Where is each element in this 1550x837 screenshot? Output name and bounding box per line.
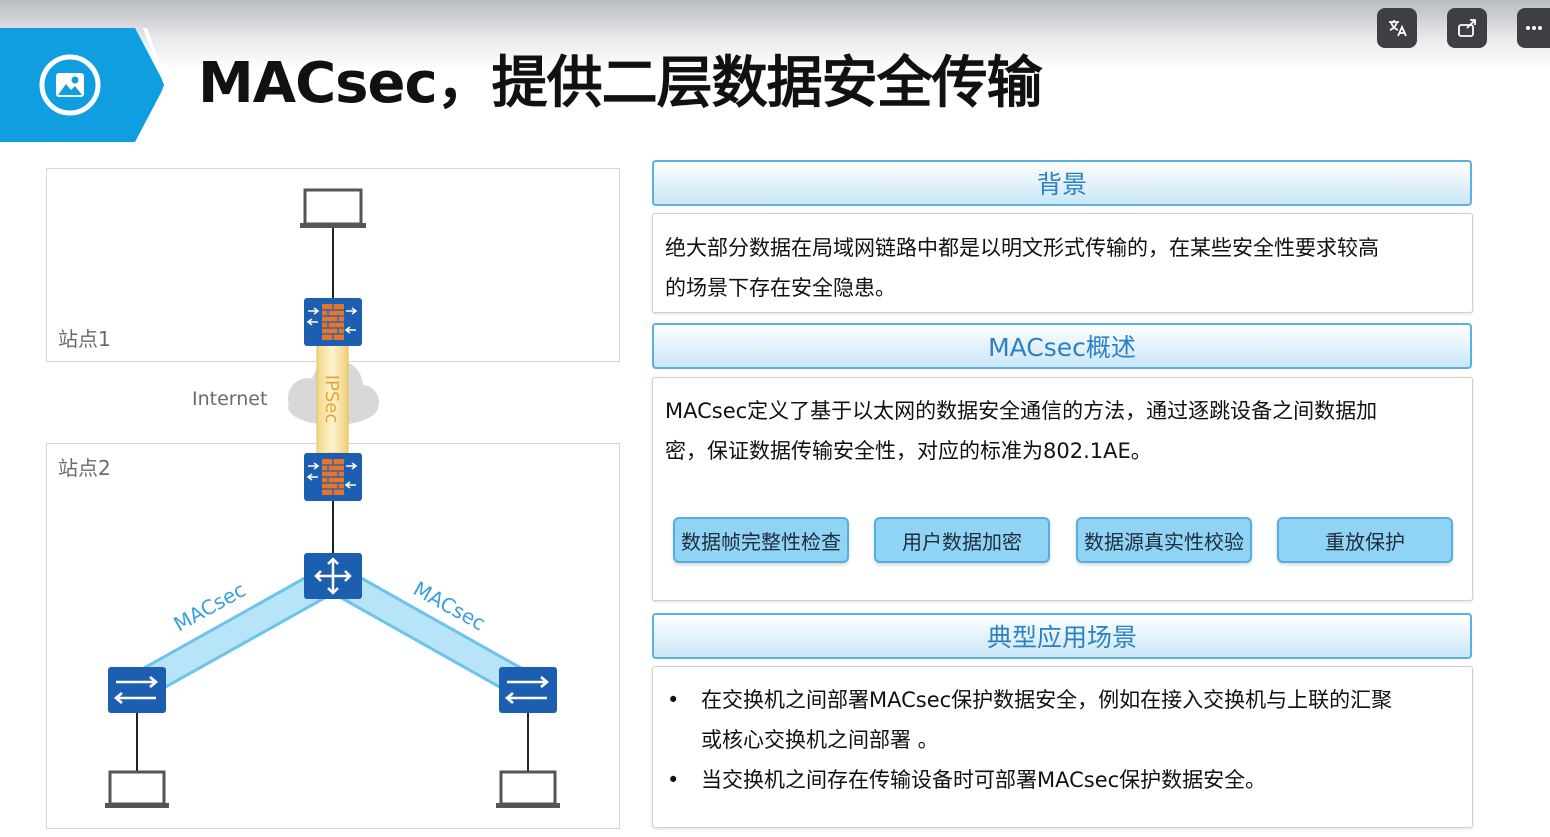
laptop-icon-right [496,770,560,808]
firewall-icon-top [304,298,362,346]
more-icon[interactable] [1517,8,1550,48]
overview-text-line1: MACsec定义了基于以太网的数据安全通信的方法，通过逐跳设备之间数据加 [665,399,1378,423]
background-heading: 背景 [652,160,1472,206]
ipsec-label: IPSec [321,375,342,424]
laptop-icon-left [105,770,169,808]
access-switch-icon-left [108,667,166,713]
bullet-dot: • [667,688,680,712]
overview-heading: MACsec概述 [652,323,1472,369]
background-panel: 绝大部分数据在局域网链路中都是以明文形式传输的，在某些安全性要求较高 的场景下存… [652,213,1473,313]
scenario-item-1-line2: 或核心交换机之间部署 。 [701,728,939,752]
overview-text-line2: 密，保证数据传输安全性，对应的标准为802.1AE。 [665,439,1152,463]
network-diagram: MACsec MACsec IPSec [105,188,560,808]
background-text-line2: 的场景下存在安全隐患。 [665,276,896,300]
scenarios-panel: • 在交换机之间部署MACsec保护数据安全，例如在接入交换机与上联的汇聚 或核… [652,666,1473,828]
feature-data-encryption[interactable]: 用户数据加密 [874,517,1050,563]
bullet-dot: • [667,768,680,792]
feature-source-authenticity[interactable]: 数据源真实性校验 [1076,517,1252,563]
scenario-item-2-line1: 当交换机之间存在传输设备时可部署MACsec保护数据安全。 [701,768,1267,792]
feature-integrity-check[interactable]: 数据帧完整性检查 [673,517,849,563]
share-icon[interactable] [1447,8,1487,48]
core-switch-icon [304,553,362,599]
scenarios-heading: 典型应用场景 [652,613,1472,659]
scenario-item-1-line1: 在交换机之间部署MACsec保护数据安全，例如在接入交换机与上联的汇聚 [701,688,1393,712]
feature-replay-protection[interactable]: 重放保护 [1277,517,1453,563]
translate-icon[interactable] [1377,8,1417,48]
overview-panel: MACsec定义了基于以太网的数据安全通信的方法，通过逐跳设备之间数据加 密，保… [652,377,1473,601]
laptop-icon-top [300,188,366,228]
firewall-icon-bottom [304,453,362,501]
access-switch-icon-right [499,667,557,713]
background-text-line1: 绝大部分数据在局域网链路中都是以明文形式传输的，在某些安全性要求较高 [665,236,1379,260]
